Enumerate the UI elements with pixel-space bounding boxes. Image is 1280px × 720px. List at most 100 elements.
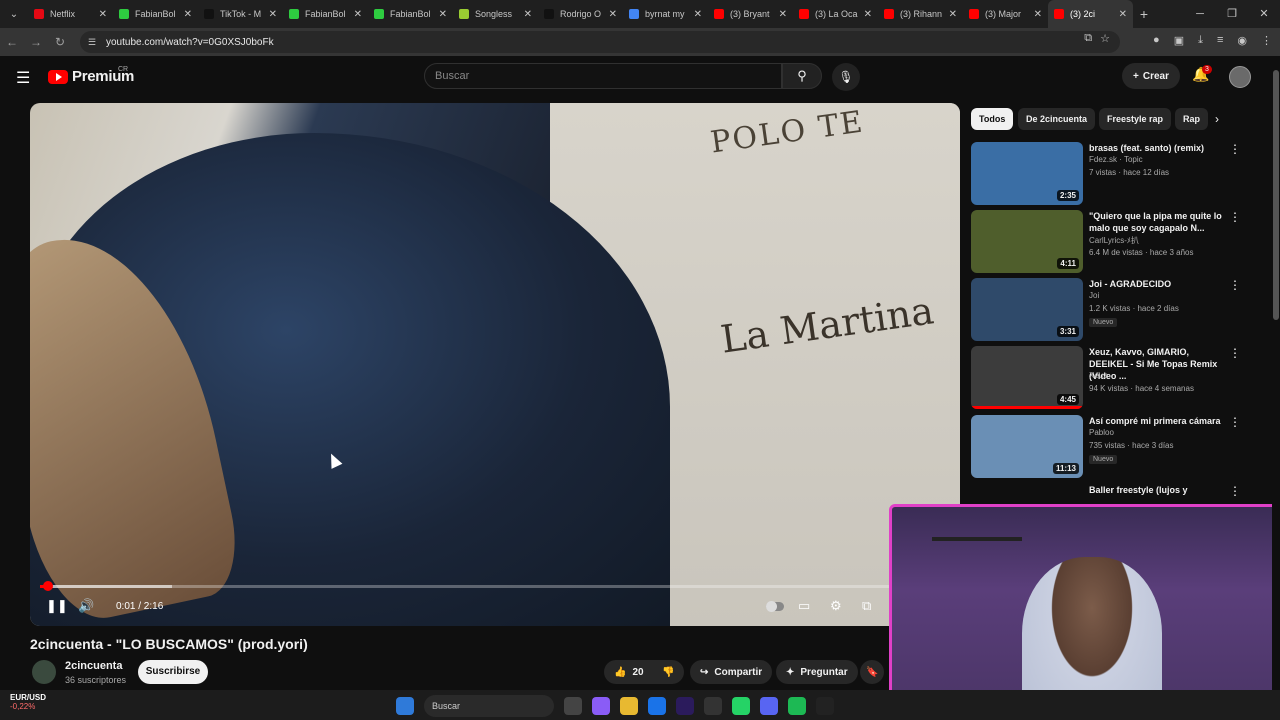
video-player[interactable]: POLO TE La Martina ❚❚ 🔊 0:01 / 2:16 ▭ ⚙ … <box>30 103 960 626</box>
recommendation-title[interactable]: Baller freestyle (lujos y <box>1089 484 1229 496</box>
tab-close-icon[interactable]: ✕ <box>524 9 532 20</box>
puzzle-icon[interactable]: ▣ <box>1174 34 1184 47</box>
browser-tab[interactable]: Songless ✕ <box>453 0 538 28</box>
file-explorer-icon[interactable] <box>620 697 638 715</box>
browser-tab[interactable]: TikTok - M ✕ <box>198 0 283 28</box>
more-options-icon[interactable]: ⋮ <box>1229 142 1241 156</box>
tab-close-icon[interactable]: ✕ <box>694 9 702 20</box>
site-info-icon[interactable]: ☰ <box>88 37 100 48</box>
chip-rap[interactable]: Rap <box>1175 108 1209 130</box>
recommendation-title[interactable]: "Quiero que la pipa me quite lo malo que… <box>1089 210 1229 234</box>
voice-search-button[interactable]: 🎙 <box>832 63 860 91</box>
more-options-icon[interactable]: ⋮ <box>1229 346 1241 360</box>
tab-close-icon[interactable]: ✕ <box>184 9 192 20</box>
subscribe-button[interactable]: Suscribirse <box>138 660 208 684</box>
pause-button[interactable]: ❚❚ <box>46 598 68 614</box>
video-thumbnail[interactable]: 3:31 <box>971 278 1083 341</box>
video-thumbnail[interactable]: 2:35 <box>971 142 1083 205</box>
tab-close-icon[interactable]: ✕ <box>864 9 872 20</box>
hamburger-menu-icon[interactable]: ☰ <box>16 68 30 88</box>
channel-avatar[interactable] <box>32 660 56 684</box>
video-thumbnail[interactable]: 4:11 <box>971 210 1083 273</box>
recommendation-title[interactable]: Xeuz, Kavvo, GIMARIO, DEEIKEL - Si Me To… <box>1089 346 1229 382</box>
browser-tab[interactable]: (3) Rihann ✕ <box>878 0 963 28</box>
taskbar-search[interactable]: Buscar <box>424 695 554 717</box>
create-button[interactable]: + Crear <box>1122 63 1180 89</box>
bookmark-star-icon[interactable]: ☆ <box>1100 32 1110 45</box>
miniplayer-button[interactable]: ⧉ <box>862 598 871 614</box>
new-tab-button[interactable]: + <box>1133 6 1155 22</box>
extension-icon[interactable]: ● <box>1153 34 1160 47</box>
tab-close-icon[interactable]: ✕ <box>779 9 787 20</box>
fx-widget[interactable]: EUR/USD -0,22% <box>10 693 46 711</box>
recommendation-item[interactable]: 11:13 Así compré mi primera cámara Pabloo 7… <box>971 415 1251 479</box>
tab-close-icon[interactable]: ✕ <box>1119 9 1127 20</box>
tab-close-icon[interactable]: ✕ <box>439 9 447 20</box>
recommendation-item[interactable]: 2:35 brasas (feat. santo) (remix) Fdez.sk … <box>971 142 1251 206</box>
browser-tab[interactable]: (3) La Oca ✕ <box>793 0 878 28</box>
chip-channel[interactable]: De 2cincuenta <box>1018 108 1096 130</box>
forward-icon[interactable]: → <box>24 35 48 49</box>
browser-tab[interactable]: (3) 2ci ✕ <box>1048 0 1133 28</box>
settings-button[interactable]: ⚙ <box>830 598 842 614</box>
account-avatar[interactable] <box>1229 66 1251 88</box>
save-button[interactable]: 🔖 <box>860 660 885 684</box>
install-icon[interactable]: ⧉ <box>1084 32 1092 45</box>
minimize-icon[interactable]: ─ <box>1184 0 1216 28</box>
more-options-icon[interactable]: ⋮ <box>1229 484 1241 498</box>
browser-tab[interactable]: FabianBol ✕ <box>113 0 198 28</box>
app2-icon[interactable] <box>816 697 834 715</box>
tab-close-icon[interactable]: ✕ <box>354 9 362 20</box>
dislike-button[interactable]: 👎 <box>652 660 685 684</box>
premiere-icon[interactable] <box>676 697 694 715</box>
chip-freestyle-rap[interactable]: Freestyle rap <box>1099 108 1172 130</box>
url-field[interactable]: ☰ youtube.com/watch?v=0G0XSJ0boFk <box>80 31 1120 53</box>
ask-button[interactable]: ✦ Preguntar <box>776 660 858 684</box>
app-icon[interactable] <box>704 697 722 715</box>
tab-close-icon[interactable]: ✕ <box>1034 9 1042 20</box>
search-button[interactable]: ⚲ <box>782 63 822 89</box>
tab-close-icon[interactable]: ✕ <box>99 9 107 20</box>
more-options-icon[interactable]: ⋮ <box>1229 210 1241 224</box>
recommendation-title[interactable]: Joi - AGRADECIDO <box>1089 278 1229 290</box>
channel-name[interactable]: 2cincuenta <box>65 660 122 672</box>
like-button[interactable]: 👍 20 <box>604 660 654 684</box>
recommendation-item[interactable]: 4:45 Xeuz, Kavvo, GIMARIO, DEEIKEL - Si M… <box>971 346 1251 410</box>
youtube-logo[interactable]: Premium CR <box>48 66 134 85</box>
tab-close-icon[interactable]: ✕ <box>949 9 957 20</box>
media-icon[interactable]: ≡ <box>1217 34 1223 47</box>
back-icon[interactable]: ← <box>0 35 24 49</box>
video-thumbnail[interactable]: 11:13 <box>971 415 1083 478</box>
chevron-right-icon[interactable]: › <box>1215 112 1219 126</box>
chrome-icon[interactable] <box>648 697 666 715</box>
search-input[interactable]: Buscar <box>424 63 782 89</box>
more-options-icon[interactable]: ⋮ <box>1229 278 1241 292</box>
subtitles-button[interactable]: ▭ <box>798 598 810 614</box>
scrollbar-thumb[interactable] <box>1273 70 1279 320</box>
chip-all[interactable]: Todos <box>971 108 1014 130</box>
browser-tab[interactable]: Rodrigo O ✕ <box>538 0 623 28</box>
browser-tab[interactable]: (3) Major ✕ <box>963 0 1048 28</box>
discord-icon[interactable] <box>760 697 778 715</box>
browser-tab[interactable]: byrnat my ✕ <box>623 0 708 28</box>
download-icon[interactable]: ⤓ <box>1198 34 1203 47</box>
more-options-icon[interactable]: ⋮ <box>1229 415 1241 429</box>
autoplay-toggle[interactable] <box>766 601 784 612</box>
share-button[interactable]: ↪ Compartir <box>690 660 773 684</box>
whatsapp-icon[interactable] <box>732 697 750 715</box>
recommendation-title[interactable]: brasas (feat. santo) (remix) <box>1089 142 1229 154</box>
progress-bar[interactable] <box>40 581 950 591</box>
recommendation-item[interactable]: 3:31 Joi - AGRADECIDO Joi 1.2 K vistas · ha… <box>971 278 1251 342</box>
menu-dots-icon[interactable]: ⋮ <box>1261 34 1272 47</box>
recommendation-item[interactable]: 4:11 "Quiero que la pipa me quite lo malo… <box>971 210 1251 274</box>
close-icon[interactable]: ✕ <box>1248 0 1280 28</box>
profile-icon[interactable]: ◉ <box>1237 34 1247 47</box>
video-thumbnail[interactable]: 4:45 <box>971 346 1083 409</box>
browser-tab[interactable]: FabianBol ✕ <box>368 0 453 28</box>
reload-icon[interactable]: ↻ <box>48 35 72 49</box>
task-view-icon[interactable] <box>564 697 582 715</box>
spotify-icon[interactable] <box>788 697 806 715</box>
browser-tab[interactable]: Netflix ✕ <box>28 0 113 28</box>
browser-tab[interactable]: FabianBol ✕ <box>283 0 368 28</box>
volume-button[interactable]: 🔊 <box>78 598 94 614</box>
